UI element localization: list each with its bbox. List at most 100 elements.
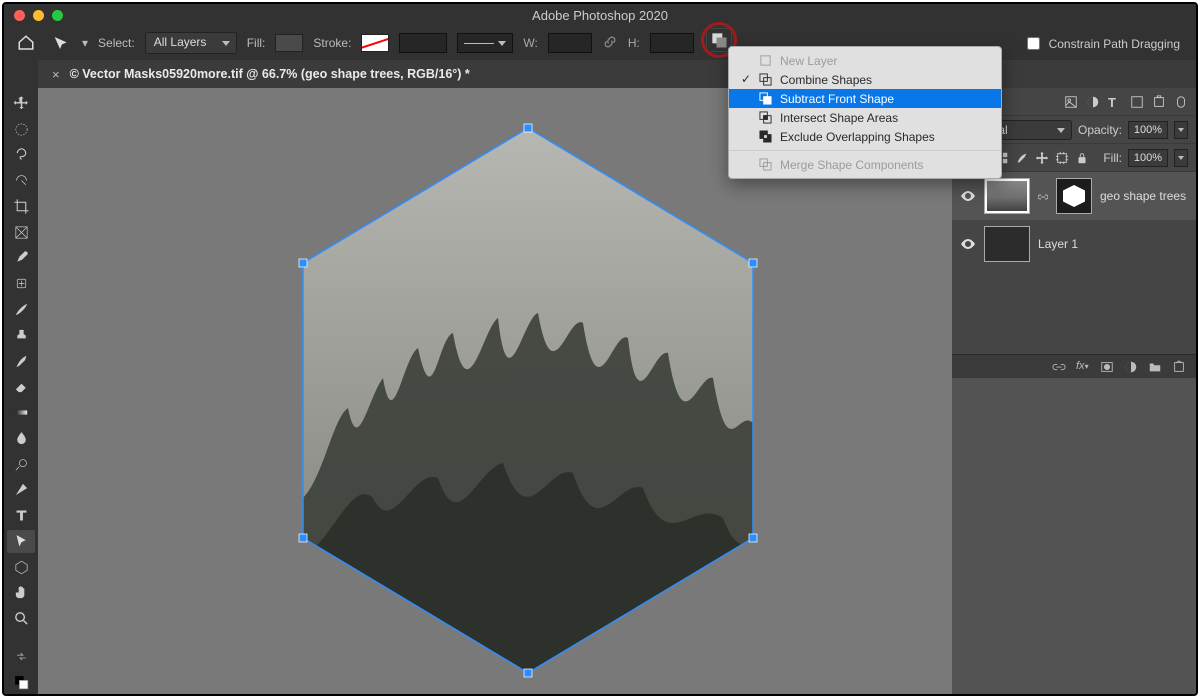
new-layer-icon[interactable] bbox=[1172, 360, 1186, 374]
quick-select-tool[interactable] bbox=[7, 169, 35, 192]
window-controls[interactable] bbox=[14, 10, 63, 21]
eraser-tool[interactable] bbox=[7, 375, 35, 398]
shape-tool[interactable] bbox=[7, 556, 35, 579]
marquee-tool[interactable] bbox=[7, 118, 35, 141]
history-brush-tool[interactable] bbox=[7, 350, 35, 373]
opacity-dropdown[interactable] bbox=[1174, 121, 1188, 139]
fill-label: Fill: bbox=[247, 36, 266, 50]
width-input[interactable] bbox=[548, 33, 592, 53]
constrain-checkbox[interactable] bbox=[1027, 37, 1040, 50]
layer-thumb[interactable] bbox=[984, 226, 1030, 262]
menu-label: Merge Shape Components bbox=[780, 158, 923, 172]
menu-item-exclude[interactable]: Exclude Overlapping Shapes bbox=[729, 127, 1001, 146]
move-tool[interactable] bbox=[7, 92, 35, 115]
lock-position-icon[interactable] bbox=[1035, 151, 1049, 165]
w-label: W: bbox=[523, 36, 537, 50]
layers-panel-footer: fx▾ bbox=[952, 354, 1196, 378]
menu-item-merge[interactable]: Merge Shape Components bbox=[729, 155, 1001, 174]
heal-tool[interactable] bbox=[7, 272, 35, 295]
visibility-icon[interactable] bbox=[960, 188, 976, 204]
menu-item-intersect[interactable]: Intersect Shape Areas bbox=[729, 108, 1001, 127]
chevron-down-icon[interactable]: ▾ bbox=[82, 36, 88, 50]
menu-item-subtract[interactable]: Subtract Front Shape bbox=[729, 89, 1001, 108]
lock-artboard-icon[interactable] bbox=[1055, 151, 1069, 165]
zoom-tool[interactable] bbox=[7, 607, 35, 630]
close-dot[interactable] bbox=[14, 10, 25, 21]
titlebar: Adobe Photoshop 2020 bbox=[4, 4, 1196, 26]
stroke-style-dropdown[interactable] bbox=[457, 33, 513, 53]
select-value: All Layers bbox=[154, 35, 207, 49]
lock-brush-icon[interactable] bbox=[1015, 151, 1029, 165]
lock-all-icon[interactable] bbox=[1075, 151, 1089, 165]
path-select-tool[interactable] bbox=[7, 530, 35, 553]
fill-opacity-label: Fill: bbox=[1103, 151, 1122, 165]
opacity-input[interactable]: 100% bbox=[1128, 121, 1168, 139]
filter-image-icon[interactable] bbox=[1064, 95, 1078, 109]
filter-toggle-icon[interactable] bbox=[1174, 95, 1188, 109]
stamp-tool[interactable] bbox=[7, 324, 35, 347]
tool-bar bbox=[4, 60, 38, 694]
filter-type-icon[interactable]: T bbox=[1108, 95, 1122, 109]
pen-tool[interactable] bbox=[7, 478, 35, 501]
group-icon[interactable] bbox=[1148, 360, 1162, 374]
mask-link-icon[interactable] bbox=[1038, 191, 1048, 201]
combine-icon bbox=[759, 73, 772, 86]
path-operations-menu: New Layer ✓ Combine Shapes Subtract Fron… bbox=[728, 46, 1002, 179]
home-icon[interactable] bbox=[14, 33, 38, 53]
layer-row-geo-shape-trees[interactable]: geo shape trees bbox=[952, 172, 1196, 220]
menu-item-combine[interactable]: ✓ Combine Shapes bbox=[729, 70, 1001, 89]
menu-item-new-layer[interactable]: New Layer bbox=[729, 51, 1001, 70]
mask-icon[interactable] bbox=[1100, 360, 1114, 374]
select-label: Select: bbox=[98, 36, 135, 50]
type-tool[interactable] bbox=[7, 504, 35, 527]
filter-shape-icon[interactable] bbox=[1130, 95, 1144, 109]
subtract-icon bbox=[759, 92, 772, 105]
zoom-dot[interactable] bbox=[52, 10, 63, 21]
stroke-swatch[interactable] bbox=[361, 34, 389, 52]
layer-name[interactable]: geo shape trees bbox=[1100, 189, 1186, 203]
layer-thumb[interactable] bbox=[984, 178, 1030, 214]
color-swatches[interactable] bbox=[7, 671, 35, 694]
stroke-width-input[interactable] bbox=[399, 33, 447, 53]
eyedropper-tool[interactable] bbox=[7, 247, 35, 270]
crop-tool[interactable] bbox=[7, 195, 35, 218]
new-layer-icon bbox=[759, 54, 772, 67]
tool-preset-icon[interactable] bbox=[48, 33, 72, 53]
link-layers-icon[interactable] bbox=[1052, 360, 1066, 374]
blur-tool[interactable] bbox=[7, 427, 35, 450]
stroke-label: Stroke: bbox=[313, 36, 351, 50]
swap-colors-icon[interactable] bbox=[7, 646, 35, 669]
app-title: Adobe Photoshop 2020 bbox=[4, 8, 1196, 23]
check-icon: ✓ bbox=[741, 72, 751, 86]
lasso-tool[interactable] bbox=[7, 144, 35, 167]
visibility-icon[interactable] bbox=[960, 236, 976, 252]
frame-tool[interactable] bbox=[7, 221, 35, 244]
fill-opacity-input[interactable]: 100% bbox=[1128, 149, 1168, 167]
fx-icon[interactable]: fx▾ bbox=[1076, 360, 1090, 374]
gradient-tool[interactable] bbox=[7, 401, 35, 424]
menu-separator bbox=[729, 150, 1001, 151]
fill-swatch[interactable] bbox=[275, 34, 303, 52]
hand-tool[interactable] bbox=[7, 582, 35, 605]
adjustment-icon[interactable] bbox=[1124, 360, 1138, 374]
dodge-tool[interactable] bbox=[7, 453, 35, 476]
vector-mask-thumb[interactable] bbox=[1056, 178, 1092, 214]
options-bar: ▾ Select: All Layers Fill: Stroke: W: H:… bbox=[4, 26, 1196, 60]
document-tab-title[interactable]: © Vector Masks05920more.tif @ 66.7% (geo… bbox=[70, 67, 470, 81]
filter-smart-icon[interactable] bbox=[1152, 95, 1166, 109]
layer-row-layer1[interactable]: Layer 1 bbox=[952, 220, 1196, 268]
hexagon-shape[interactable] bbox=[283, 118, 773, 683]
menu-label: New Layer bbox=[780, 54, 837, 68]
link-wh-icon[interactable] bbox=[602, 34, 618, 53]
height-input[interactable] bbox=[650, 33, 694, 53]
brush-tool[interactable] bbox=[7, 298, 35, 321]
fill-opacity-dropdown[interactable] bbox=[1174, 149, 1188, 167]
minimize-dot[interactable] bbox=[33, 10, 44, 21]
intersect-icon bbox=[759, 111, 772, 124]
merge-icon bbox=[759, 158, 772, 171]
filter-adjust-icon[interactable] bbox=[1086, 95, 1100, 109]
tab-close-icon[interactable]: × bbox=[52, 67, 60, 82]
layer-name[interactable]: Layer 1 bbox=[1038, 237, 1078, 251]
select-layers-dropdown[interactable]: All Layers bbox=[145, 32, 237, 54]
menu-label: Combine Shapes bbox=[780, 73, 872, 87]
